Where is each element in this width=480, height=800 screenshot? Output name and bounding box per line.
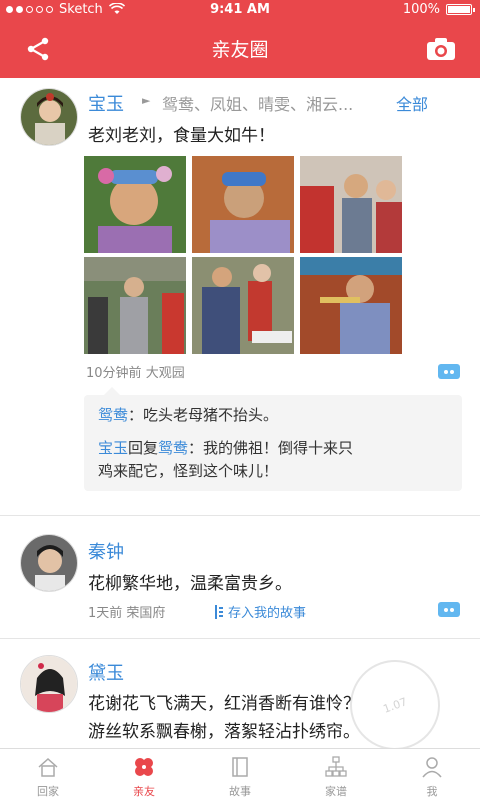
photo[interactable] <box>300 257 402 354</box>
comment-button[interactable] <box>438 602 460 617</box>
comments-box: 鸳鸯：吃头老母猪不抬头。 宝玉回复鸳鸯：我的佛祖！倒得十来只 鸡来配它，怪到这个… <box>84 387 462 491</box>
post-meta: 1天前 荣国府 <box>88 602 165 621</box>
tab-story[interactable]: 故事 <box>192 749 288 800</box>
photo[interactable] <box>84 257 186 354</box>
comment-text: ：我的佛祖！倒得十来只 <box>188 439 354 457</box>
post-author[interactable]: 宝玉 <box>88 90 124 116</box>
battery-icon <box>446 3 475 15</box>
battery-percent: 100% <box>402 1 440 17</box>
photo[interactable] <box>192 257 294 354</box>
post-author[interactable]: 秦钟 <box>88 538 124 564</box>
comment-text: ：吃头老母猪不抬头。 <box>128 406 279 424</box>
status-bar: Sketch 9:41 AM 100% <box>0 0 480 18</box>
tab-me[interactable]: 我 <box>384 749 480 800</box>
bookmark-icon <box>215 604 223 619</box>
post-meta: 10分钟前 大观园 <box>86 362 185 381</box>
post-location: 荣国府 <box>126 606 166 621</box>
mentions: 鸳鸯、凤姐、晴雯、湘云... <box>162 95 354 114</box>
nav-bar: 亲友圈 <box>0 18 480 78</box>
friends-icon <box>135 758 153 776</box>
page-title: 亲友圈 <box>211 39 269 61</box>
tab-bar: 回家 亲友 故事 家谱 我 <box>0 748 480 800</box>
tab-label: 故事 <box>229 785 251 798</box>
tab-home[interactable]: 回家 <box>0 749 96 800</box>
camera-icon[interactable] <box>426 37 456 61</box>
avatar[interactable] <box>20 534 78 592</box>
avatar[interactable] <box>20 655 78 713</box>
book-icon <box>232 757 248 777</box>
avatar[interactable] <box>20 88 78 146</box>
photo[interactable] <box>300 156 402 253</box>
post-text: 花柳繁华地，温柔富贵乡。 <box>88 574 292 594</box>
post-location: 大观园 <box>145 366 185 381</box>
photo[interactable] <box>84 156 186 253</box>
post-text: 老刘老刘，食量大如牛！ <box>88 126 275 146</box>
comment-text-cont: 鸡来配它，怪到这个味儿！ <box>98 462 279 480</box>
post-time: 10分钟前 <box>86 366 142 381</box>
tab-label: 家谱 <box>325 785 347 798</box>
comment-author[interactable]: 鸳鸯 <box>98 406 128 424</box>
save-story-button[interactable]: 存入我的故事 <box>214 602 306 621</box>
post-item: 秦钟 花柳繁华地，温柔富贵乡。 1天前 荣国府 存入我的故事 <box>0 516 480 638</box>
home-icon <box>38 757 58 777</box>
comment-button[interactable] <box>438 364 460 379</box>
status-right: 100% <box>402 1 475 17</box>
tab-family-tree[interactable]: 家谱 <box>288 749 384 800</box>
tab-label: 回家 <box>37 785 59 798</box>
mentions-all-link[interactable]: 全部 <box>396 91 428 115</box>
photo-grid <box>84 156 402 354</box>
reply-word: 回复 <box>128 439 159 457</box>
tab-label: 亲友 <box>133 785 155 798</box>
comment-item: 宝玉回复鸳鸯：我的佛祖！倒得十来只 鸡来配它，怪到这个味儿！ <box>98 437 450 483</box>
tab-friends[interactable]: 亲友 <box>96 749 192 800</box>
family-tree-icon <box>325 756 347 777</box>
post-text-line: 游丝软系飘春榭，落絮轻沾扑绣帘。 <box>88 722 360 742</box>
post-text-line: 花谢花飞飞满天，红消香断有谁怜？ <box>88 694 360 714</box>
post-author[interactable]: 黛玉 <box>88 659 124 685</box>
tab-label: 我 <box>426 785 438 798</box>
arrow-right-icon: ► <box>142 94 151 107</box>
post-time: 1天前 <box>88 606 123 621</box>
comment-author[interactable]: 宝玉 <box>98 439 128 457</box>
reply-to[interactable]: 鸳鸯 <box>158 439 188 457</box>
comment-item: 鸳鸯：吃头老母猪不抬头。 <box>98 404 450 427</box>
save-story-label: 存入我的故事 <box>228 606 307 621</box>
photo[interactable] <box>192 156 294 253</box>
person-icon <box>422 757 442 778</box>
